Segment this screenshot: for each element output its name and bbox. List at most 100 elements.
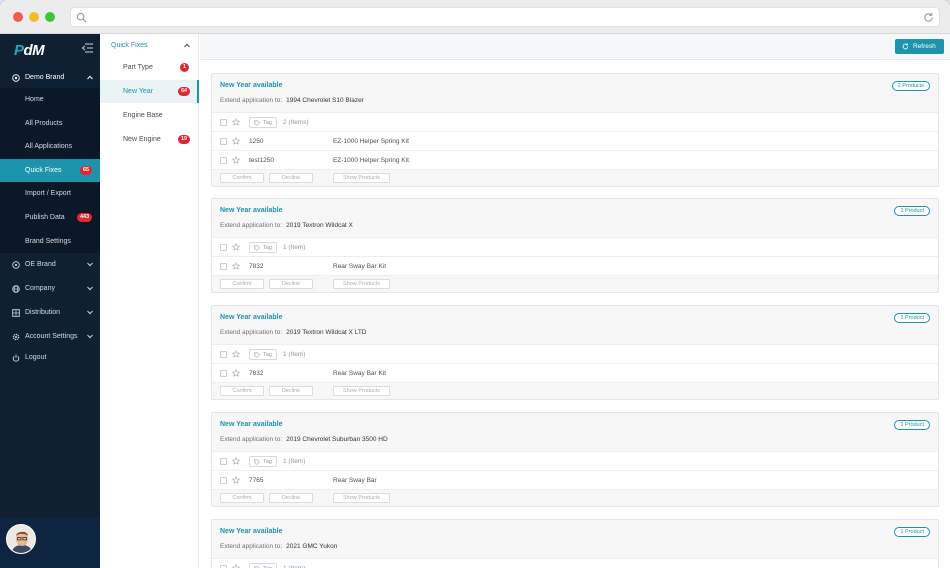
tag-button[interactable]: Tag: [249, 456, 277, 467]
show-products-button[interactable]: Show Products: [333, 386, 390, 396]
fix-type-new-year[interactable]: New Year 64: [100, 80, 199, 103]
tag-button[interactable]: Tag: [249, 117, 277, 128]
decline-button[interactable]: Decline: [269, 386, 313, 396]
sidebar-item-account-settings[interactable]: Account Settings: [0, 327, 100, 347]
decline-button[interactable]: Decline: [269, 493, 313, 503]
table-row[interactable]: 7832 Rear Sway Bar Kit: [212, 363, 938, 382]
sidebar-item-logout[interactable]: Logout: [0, 348, 100, 368]
table-row[interactable]: 7832 Rear Sway Bar Kit: [212, 256, 938, 275]
sidebar-item-demo-brand[interactable]: Demo Brand: [0, 68, 100, 88]
chevron-down-icon: [87, 334, 93, 339]
circle-icon: [12, 261, 20, 269]
menu-collapse-icon[interactable]: [82, 43, 93, 53]
select-all-checkbox[interactable]: [220, 458, 227, 465]
card-actions: Confirm Decline Show Products: [212, 275, 938, 292]
confirm-button[interactable]: Confirm: [220, 279, 264, 289]
quick-fixes-header[interactable]: Quick Fixes: [100, 34, 199, 57]
part-number: 7765: [249, 477, 264, 484]
card-header: New Year available Extend application to:…: [212, 306, 938, 344]
card-title: New Year available: [220, 207, 283, 214]
address-bar[interactable]: [70, 7, 940, 27]
browser-window: PdM Demo Brand Home All Products All App…: [0, 0, 950, 568]
fix-type-part-type[interactable]: Part Type 1: [100, 56, 199, 79]
refresh-button[interactable]: Refresh: [895, 39, 944, 54]
star-icon[interactable]: [232, 262, 240, 270]
items-count: 1 (Item): [283, 458, 306, 465]
show-products-button[interactable]: Show Products: [333, 279, 390, 289]
main-content: Refresh New Year available Extend applica…: [200, 34, 950, 568]
power-icon: [12, 354, 20, 362]
table-row[interactable]: 1250 EZ-1000 Helper Spring Kit: [212, 131, 938, 150]
sidebar-item-import-export[interactable]: Import / Export: [0, 182, 100, 206]
suggestion-card: New Year available Extend application to:…: [211, 305, 939, 400]
show-products-button[interactable]: Show Products: [333, 173, 390, 183]
star-icon[interactable]: [232, 350, 240, 358]
count-badge: 19: [178, 135, 191, 144]
star-icon[interactable]: [232, 137, 240, 145]
select-all-checkbox[interactable]: [220, 351, 227, 358]
star-icon[interactable]: [232, 564, 240, 568]
card-subtitle: Extend application to: 2019 Textron Wildc…: [220, 222, 353, 229]
suggestion-card: New Year available Extend application to:…: [211, 519, 939, 568]
refresh-icon: [902, 43, 909, 50]
card-header: New Year available Extend application to:…: [212, 413, 938, 451]
confirm-button[interactable]: Confirm: [220, 173, 264, 183]
product-count-badge: 1 Product: [894, 527, 930, 537]
suggestions-list[interactable]: New Year available Extend application to:…: [200, 60, 950, 568]
chevron-down-icon: [87, 310, 93, 315]
search-icon: [76, 12, 87, 23]
close-window-button[interactable]: [13, 12, 23, 22]
row-checkbox[interactable]: [220, 157, 227, 164]
tag-button[interactable]: Tag: [249, 563, 277, 568]
chevron-down-icon: [87, 262, 93, 267]
card-actions: Confirm Decline Show Products: [212, 169, 938, 186]
fix-type-new-engine[interactable]: New Engine 19: [100, 128, 199, 151]
star-icon[interactable]: [232, 156, 240, 164]
sidebar-item-all-products[interactable]: All Products: [0, 112, 100, 136]
tag-row: Tag1 (Item): [212, 558, 938, 568]
sidebar-item-oe-brand[interactable]: OE Brand: [0, 255, 100, 275]
row-checkbox[interactable]: [220, 263, 227, 270]
show-products-button[interactable]: Show Products: [333, 493, 390, 503]
sidebar-item-home[interactable]: Home: [0, 88, 100, 112]
avatar[interactable]: [6, 524, 36, 554]
sidebar-item-publish-data[interactable]: Publish Data 443: [0, 206, 100, 230]
count-badge: 64: [178, 87, 191, 96]
reload-icon[interactable]: [923, 12, 934, 23]
star-icon[interactable]: [232, 476, 240, 484]
card-title: New Year available: [220, 528, 283, 535]
select-all-checkbox[interactable]: [220, 119, 227, 126]
fix-type-engine-base[interactable]: Engine Base: [100, 104, 199, 127]
star-icon[interactable]: [232, 369, 240, 377]
maximize-window-button[interactable]: [45, 12, 55, 22]
chevron-down-icon: [87, 286, 93, 291]
minimize-window-button[interactable]: [29, 12, 39, 22]
product-count-badge: 1 Product: [894, 206, 930, 216]
row-checkbox[interactable]: [220, 370, 227, 377]
sidebar-item-quick-fixes[interactable]: Quick Fixes 65: [0, 158, 100, 183]
tag-button[interactable]: Tag: [249, 242, 277, 253]
star-icon[interactable]: [232, 457, 240, 465]
decline-button[interactable]: Decline: [269, 279, 313, 289]
star-icon[interactable]: [232, 118, 240, 126]
row-checkbox[interactable]: [220, 138, 227, 145]
star-icon[interactable]: [232, 243, 240, 251]
tag-row: Tag 2 (Items): [212, 112, 938, 131]
globe-icon: [12, 285, 20, 293]
card-title: New Year available: [220, 421, 283, 428]
sidebar-item-brand-settings[interactable]: Brand Settings: [0, 230, 100, 254]
row-checkbox[interactable]: [220, 477, 227, 484]
card-header: New Year available Extend application to:…: [212, 199, 938, 237]
table-row[interactable]: test1250 EZ-1000 Helper Spring Kit: [212, 150, 938, 169]
confirm-button[interactable]: Confirm: [220, 493, 264, 503]
decline-button[interactable]: Decline: [269, 173, 313, 183]
table-row[interactable]: 7765 Rear Sway Bar: [212, 470, 938, 489]
select-all-checkbox[interactable]: [220, 244, 227, 251]
confirm-button[interactable]: Confirm: [220, 386, 264, 396]
sidebar-item-company[interactable]: Company: [0, 279, 100, 299]
sidebar-item-all-applications[interactable]: All Applications: [0, 135, 100, 159]
app-logo[interactable]: PdM: [14, 42, 45, 59]
part-description: Rear Sway Bar Kit: [333, 263, 387, 270]
sidebar-item-distribution[interactable]: Distribution: [0, 303, 100, 323]
tag-button[interactable]: Tag: [249, 349, 277, 360]
